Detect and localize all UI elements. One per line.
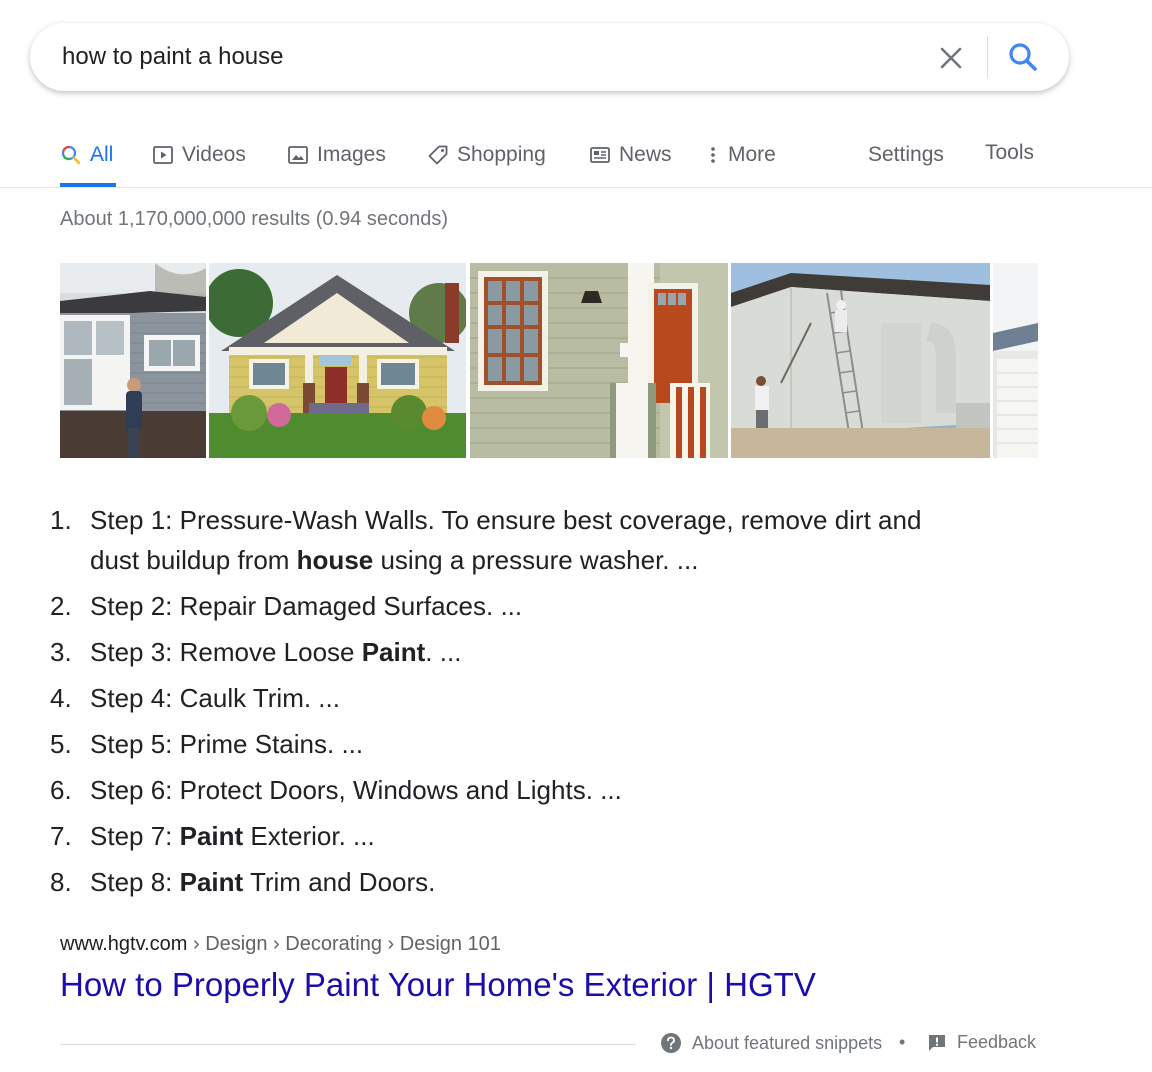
about-featured-snippets-label: About featured snippets: [692, 1032, 883, 1053]
search-input[interactable]: [62, 43, 882, 71]
step-number: 1.: [50, 505, 72, 535]
image-icon: [288, 146, 308, 164]
close-icon: [940, 47, 962, 69]
tab-videos[interactable]: Videos: [152, 140, 246, 170]
settings-label: Settings: [868, 143, 944, 166]
tab-label-news: News: [619, 143, 672, 166]
list-item: 4. Step 4: Caulk Trim. ...: [50, 678, 1030, 718]
step-number: 4.: [50, 683, 72, 713]
step-text: Step 4: Caulk Trim. ...: [90, 683, 340, 713]
about-featured-snippets-link[interactable]: About featured snippets: [660, 1032, 882, 1054]
thumbnail-gray-house[interactable]: [60, 263, 206, 458]
settings-link[interactable]: Settings: [868, 140, 944, 170]
featured-snippet-steps: 1. Step 1: Pressure-Wash Walls. To ensur…: [50, 500, 1030, 908]
step-text: Step 5: Prime Stains. ...: [90, 729, 364, 759]
step-text: Step 6: Protect Doors, Windows and Light…: [90, 775, 622, 805]
list-item: 5. Step 5: Prime Stains. ...: [50, 724, 1030, 764]
step-bold-keyword: Paint: [179, 821, 244, 851]
list-item: 1. Step 1: Pressure-Wash Walls. To ensur…: [50, 500, 1030, 580]
search-bar-divider: [987, 36, 988, 78]
step-text: Step 2: Repair Damaged Surfaces. ...: [90, 591, 523, 621]
citation-breadcrumb: › Design › Decorating › Design 101: [187, 933, 501, 955]
footer-separator: •: [899, 1032, 906, 1052]
feedback-label: Feedback: [957, 1032, 1037, 1052]
result-citation[interactable]: www.hgtv.com › Design › Decorating › Des…: [60, 933, 501, 956]
video-icon: [153, 146, 173, 164]
step-number: 5.: [50, 729, 72, 759]
step-text-rest: Exterior. ...: [243, 821, 375, 851]
list-item: 8. Step 8: Paint Trim and Doors.: [50, 862, 1030, 902]
thumbnail-green-porch[interactable]: [470, 263, 728, 458]
tab-label-videos: Videos: [182, 143, 246, 166]
clear-search-button[interactable]: [933, 40, 969, 76]
tab-shopping[interactable]: Shopping: [427, 140, 546, 170]
tab-label-images: Images: [317, 143, 386, 166]
step-number: 2.: [50, 591, 72, 621]
feedback-link[interactable]: Feedback: [927, 1032, 1036, 1053]
tabs-divider: [0, 187, 1152, 188]
step-text-line-2: dust buildup from: [90, 545, 297, 575]
tab-more[interactable]: More: [706, 140, 776, 170]
search-icon: [61, 145, 81, 165]
news-icon: [590, 147, 610, 163]
tools-link[interactable]: Tools: [985, 138, 1034, 168]
step-text: Step 8:: [90, 867, 180, 897]
tab-label-shopping: Shopping: [457, 143, 546, 166]
result-title-link[interactable]: How to Properly Paint Your Home's Exteri…: [60, 966, 816, 1004]
list-item: 7. Step 7: Paint Exterior. ...: [50, 816, 1030, 856]
feedback-icon: [929, 1034, 945, 1051]
step-text-line-1: Step 1: Pressure-Wash Walls. To ensure b…: [90, 505, 922, 535]
list-item: 3. Step 3: Remove Loose Paint. ...: [50, 632, 1030, 672]
step-number: 8.: [50, 867, 72, 897]
step-bold-keyword: house: [296, 545, 374, 575]
search-icon: [1009, 43, 1037, 71]
step-text: Step 3: Remove Loose: [90, 637, 362, 667]
step-number: 3.: [50, 637, 72, 667]
step-text-rest: using a pressure washer. ...: [373, 545, 699, 575]
tab-all[interactable]: All: [60, 140, 113, 170]
step-text: Step 7:: [90, 821, 180, 851]
step-text-rest: . ...: [425, 637, 462, 667]
search-bar: [30, 23, 1069, 91]
step-number: 6.: [50, 775, 72, 805]
search-button[interactable]: [1004, 38, 1042, 76]
list-item: 6. Step 6: Protect Doors, Windows and Lig…: [50, 770, 1030, 810]
more-vert-icon: [711, 147, 715, 163]
tab-images[interactable]: Images: [287, 140, 386, 170]
snippet-divider: [60, 1044, 636, 1045]
step-number: 7.: [50, 821, 72, 851]
thumbnail-yellow-bungalow[interactable]: [209, 263, 466, 458]
result-stats: About 1,170,000,000 results (0.94 second…: [60, 208, 449, 230]
step-bold-keyword: Paint: [179, 867, 244, 897]
list-item: 2. Step 2: Repair Damaged Surfaces. ...: [50, 586, 1030, 626]
image-strip: [60, 263, 1038, 458]
search-tabs: All Videos Images Shopping News More Set…: [0, 130, 1152, 188]
citation-host: www.hgtv.com: [60, 933, 188, 955]
help-icon: [661, 1033, 681, 1053]
step-bold-keyword: Paint: [361, 637, 426, 667]
tools-label: Tools: [985, 141, 1035, 164]
tab-label-more: More: [728, 143, 776, 166]
step-text-rest: Trim and Doors.: [243, 867, 436, 897]
tag-icon: [428, 145, 448, 165]
thumbnail-garage[interactable]: [993, 263, 1038, 458]
tab-news[interactable]: News: [589, 140, 672, 170]
tab-label-all: All: [90, 143, 114, 166]
thumbnail-painting-crew[interactable]: [731, 263, 990, 458]
